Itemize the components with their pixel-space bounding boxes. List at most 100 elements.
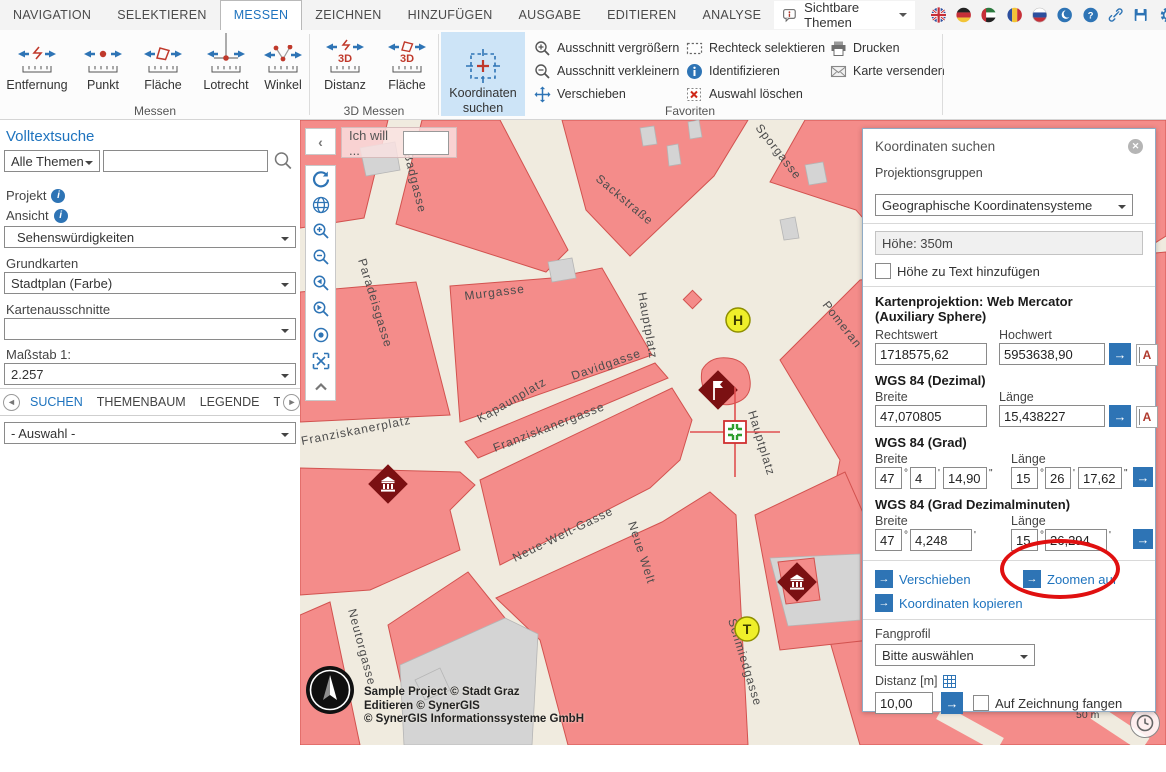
flag-germany-icon[interactable]	[956, 6, 971, 24]
gradmin-laenge-min-input[interactable]	[1045, 529, 1107, 551]
ich-will-box[interactable]: Ich will ...	[341, 127, 457, 158]
grad-breite-deg-input[interactable]	[875, 467, 902, 489]
tabs-scroll-left-icon[interactable]: ◄	[3, 394, 20, 411]
laenge-dezimal-input[interactable]	[999, 405, 1105, 427]
apply-dezimal-button[interactable]: →	[1109, 405, 1131, 427]
theme-select[interactable]: Alle Themen	[4, 150, 100, 172]
tool-lotrecht[interactable]: Lotrecht	[194, 33, 258, 92]
zoomen-auf-link[interactable]: → Zoomen auf	[1023, 570, 1116, 588]
tool-ausschnitt-verkleinern[interactable]: Ausschnitt verkleinern	[534, 61, 679, 81]
tabs-scroll-right-icon[interactable]: ►	[283, 394, 300, 411]
close-icon[interactable]: ✕	[1128, 139, 1143, 154]
sidebar: Volltextsuche Alle Themen Projekt i Ansi…	[0, 120, 300, 772]
settings-dropdown[interactable]	[1159, 6, 1166, 24]
tool-punkt[interactable]: Punkt	[74, 33, 132, 92]
gradmin-breite-min-input[interactable]	[910, 529, 972, 551]
ansicht-select[interactable]: Sehenswürdigkeiten	[4, 226, 296, 248]
apply-grad-button[interactable]: →	[1133, 467, 1153, 487]
tool-winkel[interactable]: Winkel	[258, 33, 308, 92]
massstab-select[interactable]: 2.257	[4, 363, 296, 385]
rechtswert-input[interactable]	[875, 343, 987, 365]
tram-stop-marker[interactable]: T	[735, 617, 759, 641]
menu-zeichnen[interactable]: ZEICHNEN	[302, 0, 394, 30]
flag-uk-icon[interactable]	[931, 6, 946, 24]
flag-romania-icon[interactable]	[1007, 6, 1022, 24]
menu-ausgabe[interactable]: AUSGABE	[506, 0, 595, 30]
menu-editieren[interactable]: EDITIEREN	[594, 0, 689, 30]
menu-messen[interactable]: MESSEN	[220, 0, 303, 30]
tool-3d-flaeche[interactable]: 3D Fläche	[378, 33, 436, 92]
map-viewport[interactable]: Badgasse Murgasse Sackstraße Sporgasse H…	[300, 120, 1166, 745]
info-icon[interactable]: i	[54, 209, 68, 223]
grid-snap-icon[interactable]	[943, 675, 956, 688]
previous-extent-button[interactable]	[306, 270, 335, 296]
tool-rechteck-selektieren[interactable]: Rechteck selektieren	[686, 38, 825, 58]
apply-gradmin-button[interactable]: →	[1133, 529, 1153, 549]
tab-themen[interactable]: THEMEN	[266, 395, 280, 409]
visible-themes-dropdown[interactable]: Sichtbare Themen	[774, 1, 914, 29]
menu-hinzufuegen[interactable]: HINZUFÜGEN	[395, 0, 506, 30]
tool-auswahl-loeschen[interactable]: Auswahl löschen	[686, 84, 803, 104]
collapse-map-toolbar-button[interactable]	[306, 374, 335, 400]
bus-stop-marker[interactable]: H	[726, 308, 750, 332]
distanz-3d-icon: 3D	[316, 33, 374, 75]
flag-russia-icon[interactable]	[1032, 6, 1047, 24]
tool-3d-distanz[interactable]: 3D Distanz	[316, 33, 374, 92]
grad-breite-sec-input[interactable]	[943, 467, 987, 489]
label-coordinate-icon[interactable]: A	[1136, 344, 1158, 366]
tab-themenbaum[interactable]: THEMENBAUM	[90, 395, 193, 409]
next-extent-button[interactable]	[306, 296, 335, 322]
label-coordinate-icon[interactable]: A	[1136, 406, 1158, 428]
search-icon[interactable]	[272, 150, 294, 172]
menu-analyse[interactable]: ANALYSE	[689, 0, 774, 30]
menu-navigation[interactable]: NAVIGATION	[0, 0, 104, 30]
fulltext-search-input[interactable]	[103, 150, 268, 172]
gradmin-laenge-deg-input[interactable]	[1011, 529, 1038, 551]
hochwert-input[interactable]	[999, 343, 1105, 365]
grundkarten-select[interactable]: Stadtplan (Farbe)	[4, 272, 296, 294]
koordinaten-kopieren-link[interactable]: → Koordinaten kopieren	[875, 594, 1023, 612]
apply-distanz-button[interactable]: →	[941, 692, 963, 714]
refresh-map-button[interactable]	[306, 166, 335, 192]
fangprofil-select[interactable]: Bitte auswählen	[875, 644, 1035, 666]
collapse-sidebar-button[interactable]: ‹	[305, 128, 336, 155]
tool-drucken[interactable]: Drucken	[830, 38, 900, 58]
tool-karte-versenden[interactable]: Karte versenden	[830, 61, 945, 81]
full-extent-button[interactable]	[306, 348, 335, 374]
breite-dezimal-input[interactable]	[875, 405, 987, 427]
tool-verschieben[interactable]: Verschieben	[534, 84, 626, 104]
globe-overview-button[interactable]	[306, 192, 335, 218]
tab-suchen[interactable]: SUCHEN	[23, 395, 90, 409]
distanz-input[interactable]	[875, 692, 933, 714]
flag-uae-icon[interactable]	[981, 6, 996, 24]
wgs84-grad-title: WGS 84 (Grad)	[875, 435, 1143, 450]
tool-identifizieren[interactable]: Identifizieren	[686, 61, 780, 81]
center-position-button[interactable]	[306, 322, 335, 348]
menu-selektieren[interactable]: SELEKTIEREN	[104, 0, 219, 30]
grad-breite-min-input[interactable]	[910, 467, 936, 489]
auswahl-select[interactable]: - Auswahl -	[4, 422, 296, 444]
crescent-icon[interactable]	[1057, 6, 1072, 24]
tool-ausschnitt-vergroessern[interactable]: Ausschnitt vergrößern	[534, 38, 679, 58]
auf-zeichnung-fangen-checkbox[interactable]	[973, 695, 989, 711]
tool-flaeche[interactable]: Fläche	[134, 33, 192, 92]
grad-laenge-deg-input[interactable]	[1011, 467, 1038, 489]
distanz-label: Distanz [m]	[875, 674, 938, 688]
map-zoom-out-button[interactable]	[306, 244, 335, 270]
info-icon[interactable]: i	[51, 189, 65, 203]
save-icon[interactable]	[1133, 6, 1148, 24]
apply-webmercator-button[interactable]: →	[1109, 343, 1131, 365]
gradmin-breite-deg-input[interactable]	[875, 529, 902, 551]
help-icon[interactable]: ?	[1083, 6, 1098, 24]
kartenausschnitte-select[interactable]	[4, 318, 296, 340]
hoehe-checkbox[interactable]	[875, 263, 891, 279]
tool-entfernung[interactable]: Entfernung	[2, 33, 72, 92]
grad-laenge-min-input[interactable]	[1045, 467, 1071, 489]
tab-legende[interactable]: LEGENDE	[193, 395, 267, 409]
verschieben-link[interactable]: → Verschieben	[875, 570, 971, 588]
map-zoom-in-button[interactable]	[306, 218, 335, 244]
link-icon[interactable]	[1108, 6, 1123, 24]
projection-select[interactable]: Geographische Koordinatensysteme	[875, 194, 1133, 216]
grad-laenge-sec-input[interactable]	[1078, 467, 1122, 489]
ich-will-input[interactable]	[403, 131, 449, 155]
